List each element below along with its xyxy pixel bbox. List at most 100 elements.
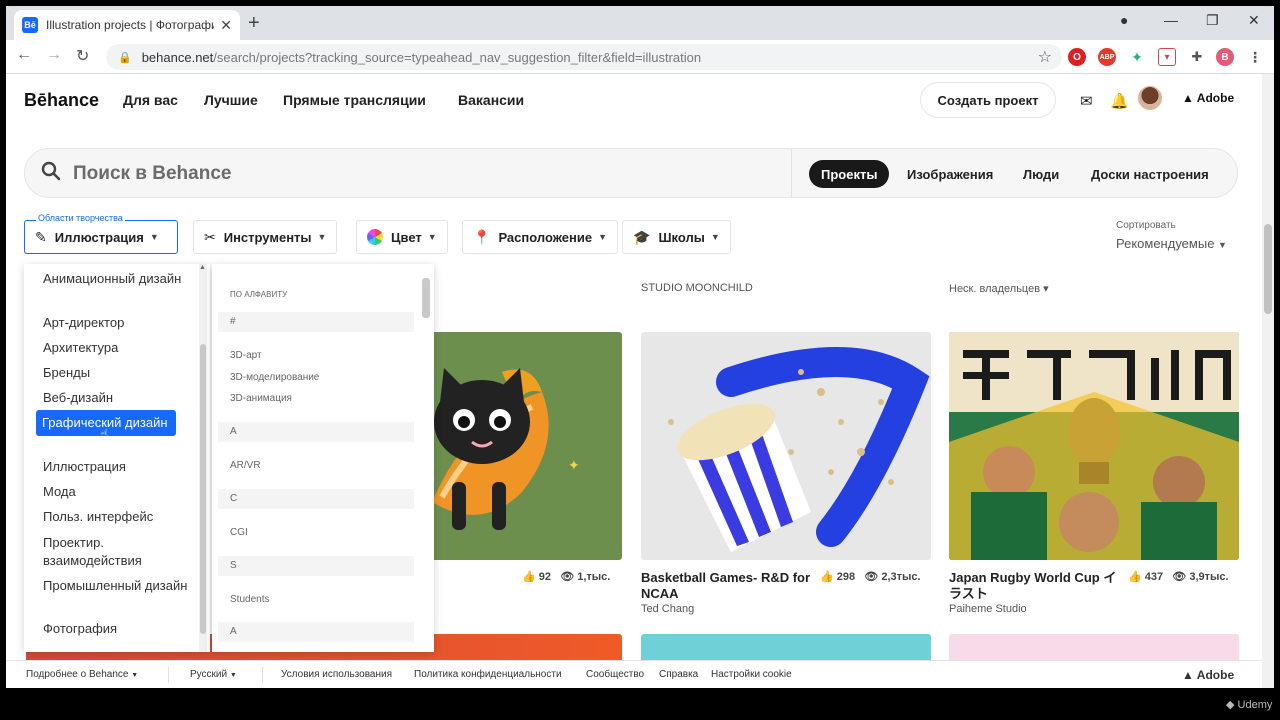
- scrollbar-thumb[interactable]: [200, 344, 206, 634]
- url-path: /search/projects?tracking_source=typeahe…: [213, 49, 702, 65]
- tab-title: Illustration projects | Фотографи: [46, 18, 215, 32]
- card-owner-top[interactable]: STUDIO MOONCHILD: [641, 282, 753, 294]
- field-option[interactable]: Польз. интерфейс: [43, 508, 193, 526]
- field-option[interactable]: Иллюстрация: [43, 458, 193, 476]
- footer-about-link[interactable]: Подробнее о Behance ▼: [26, 669, 138, 680]
- footer-community-link[interactable]: Сообщество: [586, 669, 644, 680]
- reload-icon[interactable]: ↻: [76, 46, 89, 66]
- chevron-down-icon: ▼: [229, 672, 237, 679]
- close-window-icon[interactable]: ✕: [1248, 12, 1260, 29]
- close-tab-icon[interactable]: ✕: [220, 17, 232, 34]
- page-scrollbar-thumb[interactable]: [1264, 224, 1272, 314]
- page-scrollbar[interactable]: [1262, 74, 1274, 688]
- bell-icon[interactable]: 🔔: [1110, 92, 1129, 110]
- sort-label: Сортировать: [1116, 220, 1176, 231]
- nav-best[interactable]: Лучшие: [204, 92, 258, 108]
- field-option[interactable]: Мода: [43, 483, 193, 501]
- pocket-extension-icon[interactable]: ▾: [1158, 48, 1176, 66]
- schools-filter[interactable]: 🎓 Школы ▼: [622, 220, 731, 254]
- chevron-down-icon: ▼: [131, 672, 139, 679]
- project-thumbnail-rugby[interactable]: [949, 332, 1239, 560]
- profile-menu-icon[interactable]: ●: [1120, 12, 1128, 28]
- tools-filter[interactable]: ✂ Инструменты ▼: [193, 220, 338, 254]
- field-option[interactable]: Архитектура: [43, 339, 193, 357]
- footer-help-link[interactable]: Справка: [659, 669, 698, 680]
- nav-for-you[interactable]: Для вас: [123, 92, 178, 108]
- nav-jobs[interactable]: Вакансии: [458, 92, 524, 108]
- footer-terms-link[interactable]: Условия использования: [281, 669, 392, 680]
- field-option[interactable]: Анимационный дизайн: [43, 270, 193, 288]
- alpha-option[interactable]: 3D-арт: [230, 350, 262, 361]
- field-option[interactable]: Промышленный дизайн: [43, 577, 193, 595]
- card-owner-top[interactable]: Неск. владельцев ▾: [949, 282, 1049, 295]
- footer-adobe-link[interactable]: ▲ Adobe: [1182, 668, 1234, 682]
- sort-dropdown[interactable]: Рекомендуемые ▼: [1116, 236, 1227, 251]
- rugby-illustration: [949, 332, 1239, 560]
- lock-icon: 🔒: [118, 51, 132, 64]
- footer-language-select[interactable]: Русский ▼: [190, 669, 237, 680]
- field-option[interactable]: Фотография: [43, 620, 193, 638]
- creative-fields-dropdown: Анимационный дизайн Арт-директор Архитек…: [24, 264, 210, 652]
- tab-images[interactable]: Изображения: [895, 160, 1005, 188]
- create-project-button[interactable]: Создать проект: [920, 82, 1056, 118]
- alpha-option[interactable]: AR/VR: [230, 460, 261, 471]
- minimize-icon[interactable]: —: [1164, 12, 1178, 28]
- field-option[interactable]: Веб-дизайн: [43, 389, 193, 407]
- field-option[interactable]: Проектир. взаимодействия: [43, 534, 193, 570]
- tools-label: Инструменты: [223, 229, 312, 245]
- alpha-group: A: [218, 622, 414, 642]
- project-owner[interactable]: Paiheme Studio: [949, 603, 1027, 615]
- opera-extension-icon[interactable]: O: [1068, 48, 1086, 66]
- footer-privacy-link[interactable]: Политика конфиденциальности: [414, 669, 562, 680]
- nav-livestreams[interactable]: Прямые трансляции: [283, 92, 426, 108]
- profile-avatar-icon[interactable]: B: [1216, 48, 1234, 66]
- bookmark-star-icon[interactable]: ☆: [1038, 47, 1052, 67]
- url-domain: behance.net: [141, 49, 214, 65]
- alpha-option[interactable]: CGI: [230, 527, 248, 538]
- color-wheel-icon: [367, 229, 383, 245]
- more-menu-icon[interactable]: ⋮: [1246, 48, 1264, 66]
- tab-projects[interactable]: Проекты: [809, 160, 890, 188]
- search-input[interactable]: [73, 159, 773, 189]
- location-filter[interactable]: 📍 Расположение ▼: [462, 220, 618, 254]
- project-title[interactable]: Japan Rugby World Cup イラスト: [949, 570, 1129, 602]
- scrollbar-thumb[interactable]: [422, 278, 430, 318]
- footer-divider: [168, 667, 169, 683]
- green-extension-icon[interactable]: ✦: [1128, 48, 1146, 66]
- puzzle-extensions-icon[interactable]: ✚: [1188, 48, 1206, 66]
- like-icon: 👍: [820, 571, 834, 583]
- user-avatar[interactable]: [1138, 86, 1162, 110]
- footer-language-label: Русский: [190, 669, 228, 680]
- color-label: Цвет: [391, 229, 422, 245]
- creative-fields-filter[interactable]: ✎ Иллюстрация ▼: [24, 220, 178, 254]
- tab-moodboards[interactable]: Доски настроения: [1079, 160, 1221, 188]
- alpha-option[interactable]: 3D-анимация: [230, 393, 292, 404]
- field-option[interactable]: Арт-директор: [43, 314, 193, 332]
- project-thumbnail-basketball[interactable]: [641, 332, 931, 560]
- behance-logo[interactable]: Bēhance: [24, 90, 99, 111]
- alpha-group: S: [218, 556, 414, 576]
- adblock-extension-icon[interactable]: ABP: [1098, 48, 1116, 66]
- field-option[interactable]: Бренды: [43, 364, 193, 382]
- mail-icon[interactable]: ✉: [1080, 92, 1093, 110]
- project-owner[interactable]: Ted Chang: [641, 603, 694, 615]
- alpha-option[interactable]: Students: [230, 594, 269, 605]
- tab-people[interactable]: Люди: [1011, 160, 1071, 188]
- alpha-option[interactable]: 3D-моделирование: [230, 372, 319, 383]
- footer-cookie-link[interactable]: Настройки cookie: [711, 669, 792, 680]
- browser-tab[interactable]: Bē Illustration projects | Фотографи ✕: [14, 10, 240, 40]
- search-divider: [791, 149, 792, 197]
- alphabetical-scrollbar[interactable]: [420, 268, 430, 648]
- forward-icon[interactable]: →: [46, 46, 62, 64]
- address-bar[interactable]: 🔒 behance.net/search/projects?tracking_s…: [106, 44, 1062, 70]
- adobe-header-link[interactable]: ▲ Adobe: [1182, 91, 1234, 105]
- creative-fields-scrollbar[interactable]: ▲: [199, 264, 207, 652]
- back-icon[interactable]: ←: [16, 46, 32, 64]
- scroll-up-icon[interactable]: ▲: [199, 264, 206, 271]
- color-filter[interactable]: Цвет ▼: [356, 220, 448, 254]
- maximize-icon[interactable]: ❐: [1206, 12, 1219, 29]
- new-tab-icon[interactable]: +: [248, 12, 260, 35]
- location-label: Расположение: [498, 229, 593, 245]
- like-icon: 👍: [522, 571, 536, 583]
- project-title[interactable]: Basketball Games- R&D for NCAA: [641, 570, 821, 602]
